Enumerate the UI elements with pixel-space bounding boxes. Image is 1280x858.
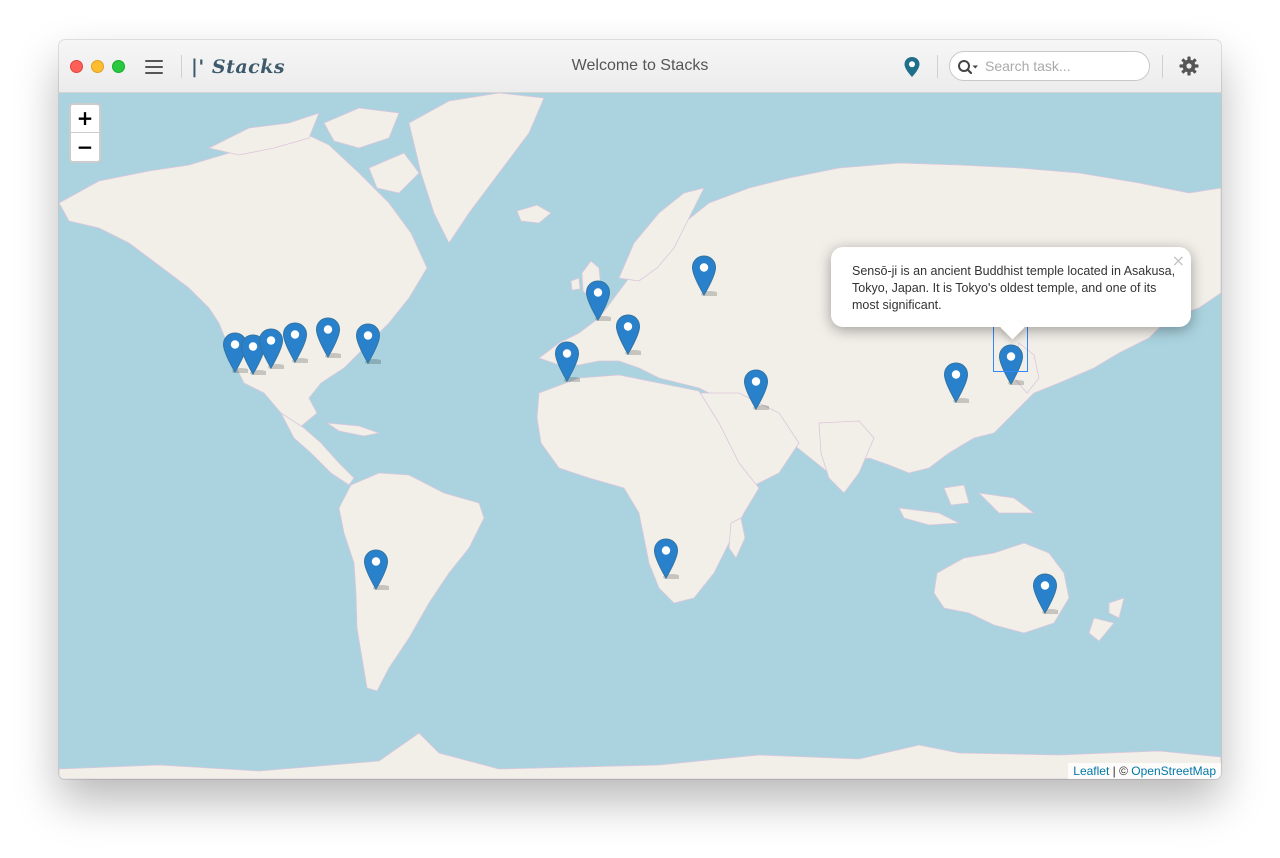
zoom-window-button[interactable] — [112, 60, 125, 73]
map-marker-icon[interactable] — [1032, 573, 1058, 614]
title-bar: |' Stacks Welcome to Stacks — [59, 40, 1221, 93]
map-marker-icon[interactable] — [282, 322, 308, 363]
map-marker-icon[interactable] — [585, 280, 611, 321]
toolbar-divider — [937, 55, 938, 78]
leaflet-link[interactable]: Leaflet — [1073, 764, 1109, 778]
map-marker-icon[interactable] — [554, 341, 580, 382]
map-marker-icon[interactable] — [653, 538, 679, 579]
search-input[interactable] — [985, 56, 1143, 76]
gear-icon[interactable] — [1179, 56, 1199, 76]
logo-mark-icon: |' — [191, 56, 205, 78]
minimize-window-button[interactable] — [91, 60, 104, 73]
world-map[interactable]: + − Sensō-ji is an ancient Buddhist temp… — [59, 93, 1221, 779]
window-title: Welcome to Stacks — [571, 57, 709, 74]
zoom-control: + − — [69, 103, 101, 163]
app-window: |' Stacks Welcome to Stacks Search task.… — [59, 40, 1221, 779]
app-logo: |' Stacks — [191, 54, 285, 80]
map-marker-icon[interactable] — [258, 328, 284, 369]
map-marker-icon[interactable] — [615, 314, 641, 355]
popup-close-button[interactable]: × — [1172, 251, 1185, 270]
toolbar-divider — [181, 55, 182, 78]
search-box[interactable] — [949, 51, 1150, 81]
map-attribution: Leaflet | © OpenStreetMap — [1068, 763, 1221, 779]
zoom-in-button[interactable]: + — [71, 105, 99, 133]
map-marker-icon[interactable] — [315, 317, 341, 358]
map-tiles — [59, 93, 1221, 779]
openstreetmap-link[interactable]: OpenStreetMap — [1131, 764, 1216, 778]
search-icon[interactable] — [957, 59, 979, 75]
map-pin-icon[interactable] — [903, 56, 921, 78]
marker-popup: Sensō-ji is an ancient Buddhist temple l… — [831, 247, 1191, 340]
zoom-out-button[interactable]: − — [71, 133, 99, 161]
map-marker-icon[interactable] — [943, 362, 969, 403]
hamburger-icon[interactable] — [145, 59, 163, 74]
close-window-button[interactable] — [70, 60, 83, 73]
logo-text: Stacks — [211, 56, 286, 78]
map-marker-icon[interactable] — [691, 255, 717, 296]
map-marker-icon[interactable] — [363, 549, 389, 590]
toolbar-divider — [1162, 55, 1163, 78]
map-marker-icon[interactable] — [355, 323, 381, 364]
attribution-separator: | © — [1109, 764, 1132, 778]
popup-description: Sensō-ji is an ancient Buddhist temple l… — [852, 264, 1176, 312]
map-marker-icon[interactable] — [743, 369, 769, 410]
